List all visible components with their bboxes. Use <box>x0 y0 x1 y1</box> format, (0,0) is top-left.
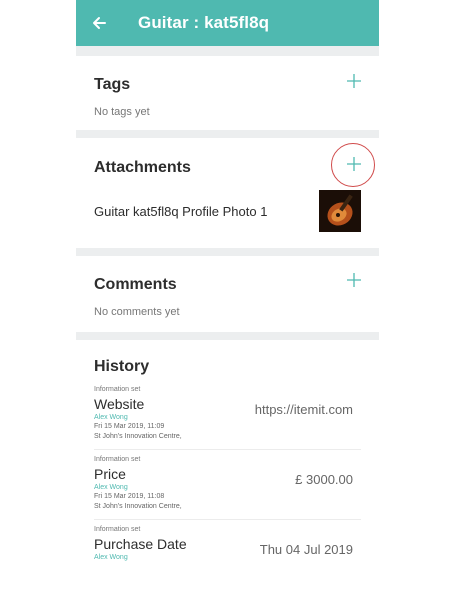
history-item: Information set Purchase Date Alex Wong … <box>94 520 361 569</box>
history-location: St John's Innovation Centre, <box>94 433 182 440</box>
history-value: https://itemit.com <box>254 402 353 417</box>
history-label: Information set <box>94 386 141 393</box>
tags-empty-text: No tags yet <box>94 106 150 118</box>
attachment-item[interactable]: Guitar kat5fl8q Profile Photo 1 <box>94 190 361 232</box>
attachment-thumbnail[interactable] <box>319 190 361 232</box>
history-timestamp: Fri 15 Mar 2019, 11:08 <box>94 493 165 500</box>
history-value: £ 3000.00 <box>295 472 353 487</box>
plus-icon <box>347 157 361 171</box>
history-title: History <box>94 358 150 375</box>
history-label: Information set <box>94 456 141 463</box>
page-title: Guitar : kat5fl8q <box>138 13 270 32</box>
add-comment-button[interactable] <box>343 269 365 291</box>
history-value: Thu 04 Jul 2019 <box>259 542 353 557</box>
plus-icon <box>347 273 361 287</box>
tags-section: Tags No tags yet <box>76 56 379 130</box>
history-location: St John's Innovation Centre, <box>94 503 182 510</box>
comments-title: Comments <box>94 276 177 293</box>
arrow-left-icon <box>93 17 106 29</box>
add-attachment-button[interactable] <box>343 153 365 175</box>
back-button[interactable] <box>76 0 122 46</box>
tags-title: Tags <box>94 76 131 93</box>
divider <box>76 46 379 56</box>
attachment-name: Guitar kat5fl8q Profile Photo 1 <box>94 203 268 219</box>
divider <box>76 248 379 256</box>
attachments-section: Attachments Guitar kat5fl8q Profile Phot… <box>76 138 379 248</box>
comments-empty-text: No comments yet <box>94 306 180 318</box>
history-section: History Information set Website Alex Won… <box>76 340 379 569</box>
history-timestamp: Fri 15 Mar 2019, 11:09 <box>94 423 165 430</box>
history-item: Information set Price Alex Wong Fri 15 M… <box>94 450 361 520</box>
history-label: Information set <box>94 526 141 533</box>
plus-icon <box>347 74 361 88</box>
divider <box>76 332 379 340</box>
guitar-photo-image <box>319 190 361 232</box>
app-bar: Guitar : kat5fl8q <box>76 0 379 46</box>
attachments-title: Attachments <box>94 159 191 176</box>
add-tag-button[interactable] <box>343 70 365 92</box>
phone-screen: Guitar : kat5fl8q Tags No tags yet Attac… <box>76 0 379 600</box>
divider <box>76 130 379 138</box>
history-item: Information set Website Alex Wong Fri 15… <box>94 380 361 450</box>
comments-section: Comments No comments yet <box>76 256 379 332</box>
